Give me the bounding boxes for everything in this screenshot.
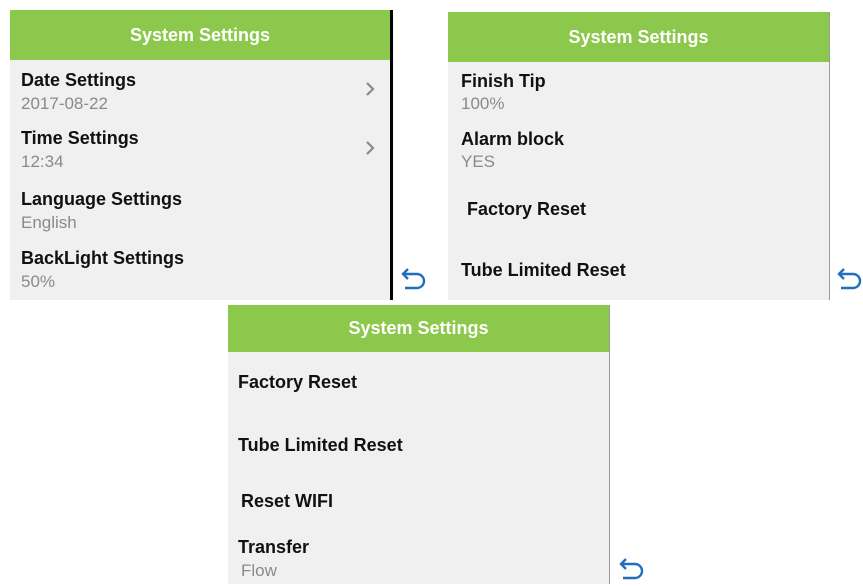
panel-divider bbox=[829, 12, 830, 300]
time-settings-label: Time Settings bbox=[21, 128, 139, 148]
reset-wifi-label: Reset WIFI bbox=[241, 491, 334, 511]
panel-header: System Settings bbox=[228, 305, 609, 352]
alarm-block-label: Alarm block bbox=[461, 129, 565, 149]
page-title: System Settings bbox=[348, 318, 489, 338]
settings-panel-3: System Settings Factory Reset Tube Limit… bbox=[228, 305, 653, 584]
date-settings-value: 2017-08-22 bbox=[21, 94, 108, 113]
page-title: System Settings bbox=[129, 24, 271, 45]
back-arrow-icon[interactable] bbox=[615, 556, 645, 580]
finish-tip-label: Finish Tip bbox=[461, 71, 546, 91]
back-arrow-icon[interactable] bbox=[833, 266, 863, 290]
language-settings-value: English bbox=[21, 213, 77, 232]
factory-reset-label: Factory Reset bbox=[467, 199, 587, 219]
tube-limited-reset-label: Tube Limited Reset bbox=[461, 260, 626, 280]
chevron-right-icon[interactable] bbox=[359, 137, 381, 159]
panel-divider bbox=[390, 10, 393, 300]
date-settings-label: Date Settings bbox=[21, 70, 137, 90]
page-title: System Settings bbox=[568, 26, 709, 47]
transfer-label: Transfer bbox=[238, 537, 310, 557]
backlight-settings-value: 50% bbox=[21, 272, 56, 291]
tube-limited-reset-label: Tube Limited Reset bbox=[238, 435, 403, 455]
alarm-block-value: YES bbox=[461, 152, 496, 171]
panel-header: System Settings bbox=[10, 10, 390, 60]
language-settings-label: Language Settings bbox=[21, 189, 183, 209]
settings-panel-1: System Settings Date Settings 2017-08-22… bbox=[10, 10, 432, 300]
back-arrow-icon[interactable] bbox=[397, 266, 427, 290]
settings-panel-2: System Settings Finish Tip 100% Alarm bl… bbox=[448, 12, 862, 300]
panel-divider bbox=[609, 305, 610, 584]
factory-reset-label: Factory Reset bbox=[238, 372, 358, 392]
panel-header: System Settings bbox=[448, 12, 829, 62]
finish-tip-value: 100% bbox=[461, 94, 505, 113]
time-settings-value: 12:34 bbox=[21, 152, 64, 171]
transfer-value: Flow bbox=[241, 561, 277, 580]
backlight-settings-label: BackLight Settings bbox=[21, 248, 185, 268]
chevron-right-icon[interactable] bbox=[359, 78, 381, 100]
